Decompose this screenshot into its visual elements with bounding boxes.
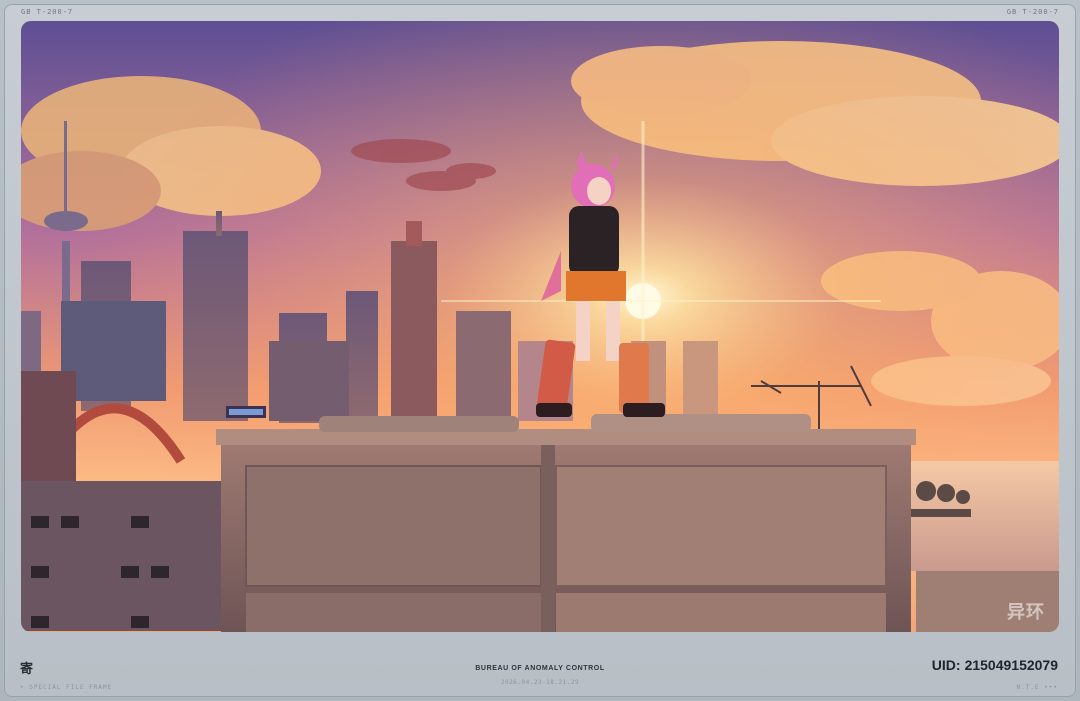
billboard-icon [226, 406, 266, 418]
frame-code-right: GB T-200-7 [1006, 8, 1059, 16]
uid-display: UID: 215049152079 [932, 657, 1058, 673]
city-sunset-scene [21, 21, 1059, 632]
footer-bar: 寄 BUREAU OF ANOMALY CONTROL 2026.04.23-1… [0, 640, 1080, 701]
uid-label: UID: [931, 657, 961, 673]
frame-title: BUREAU OF ANOMALY CONTROL [475, 665, 605, 672]
special-file-note: • SPECIAL FILE FRAME [20, 684, 113, 691]
photo-frame: GB T-200-7 GB T-200-7 异环 寄 BUREAU OF ANO… [0, 0, 1080, 701]
edition-note: N.T.E ••• [1016, 684, 1058, 691]
frame-code-left: GB T-200-7 [21, 8, 74, 16]
game-screenshot: 异环 [21, 21, 1059, 632]
uid-value: 215049152079 [964, 657, 1058, 673]
game-logo-watermark: 异环 [1007, 602, 1045, 623]
capture-date: 2026.04.23-18.21.29 [500, 679, 580, 686]
